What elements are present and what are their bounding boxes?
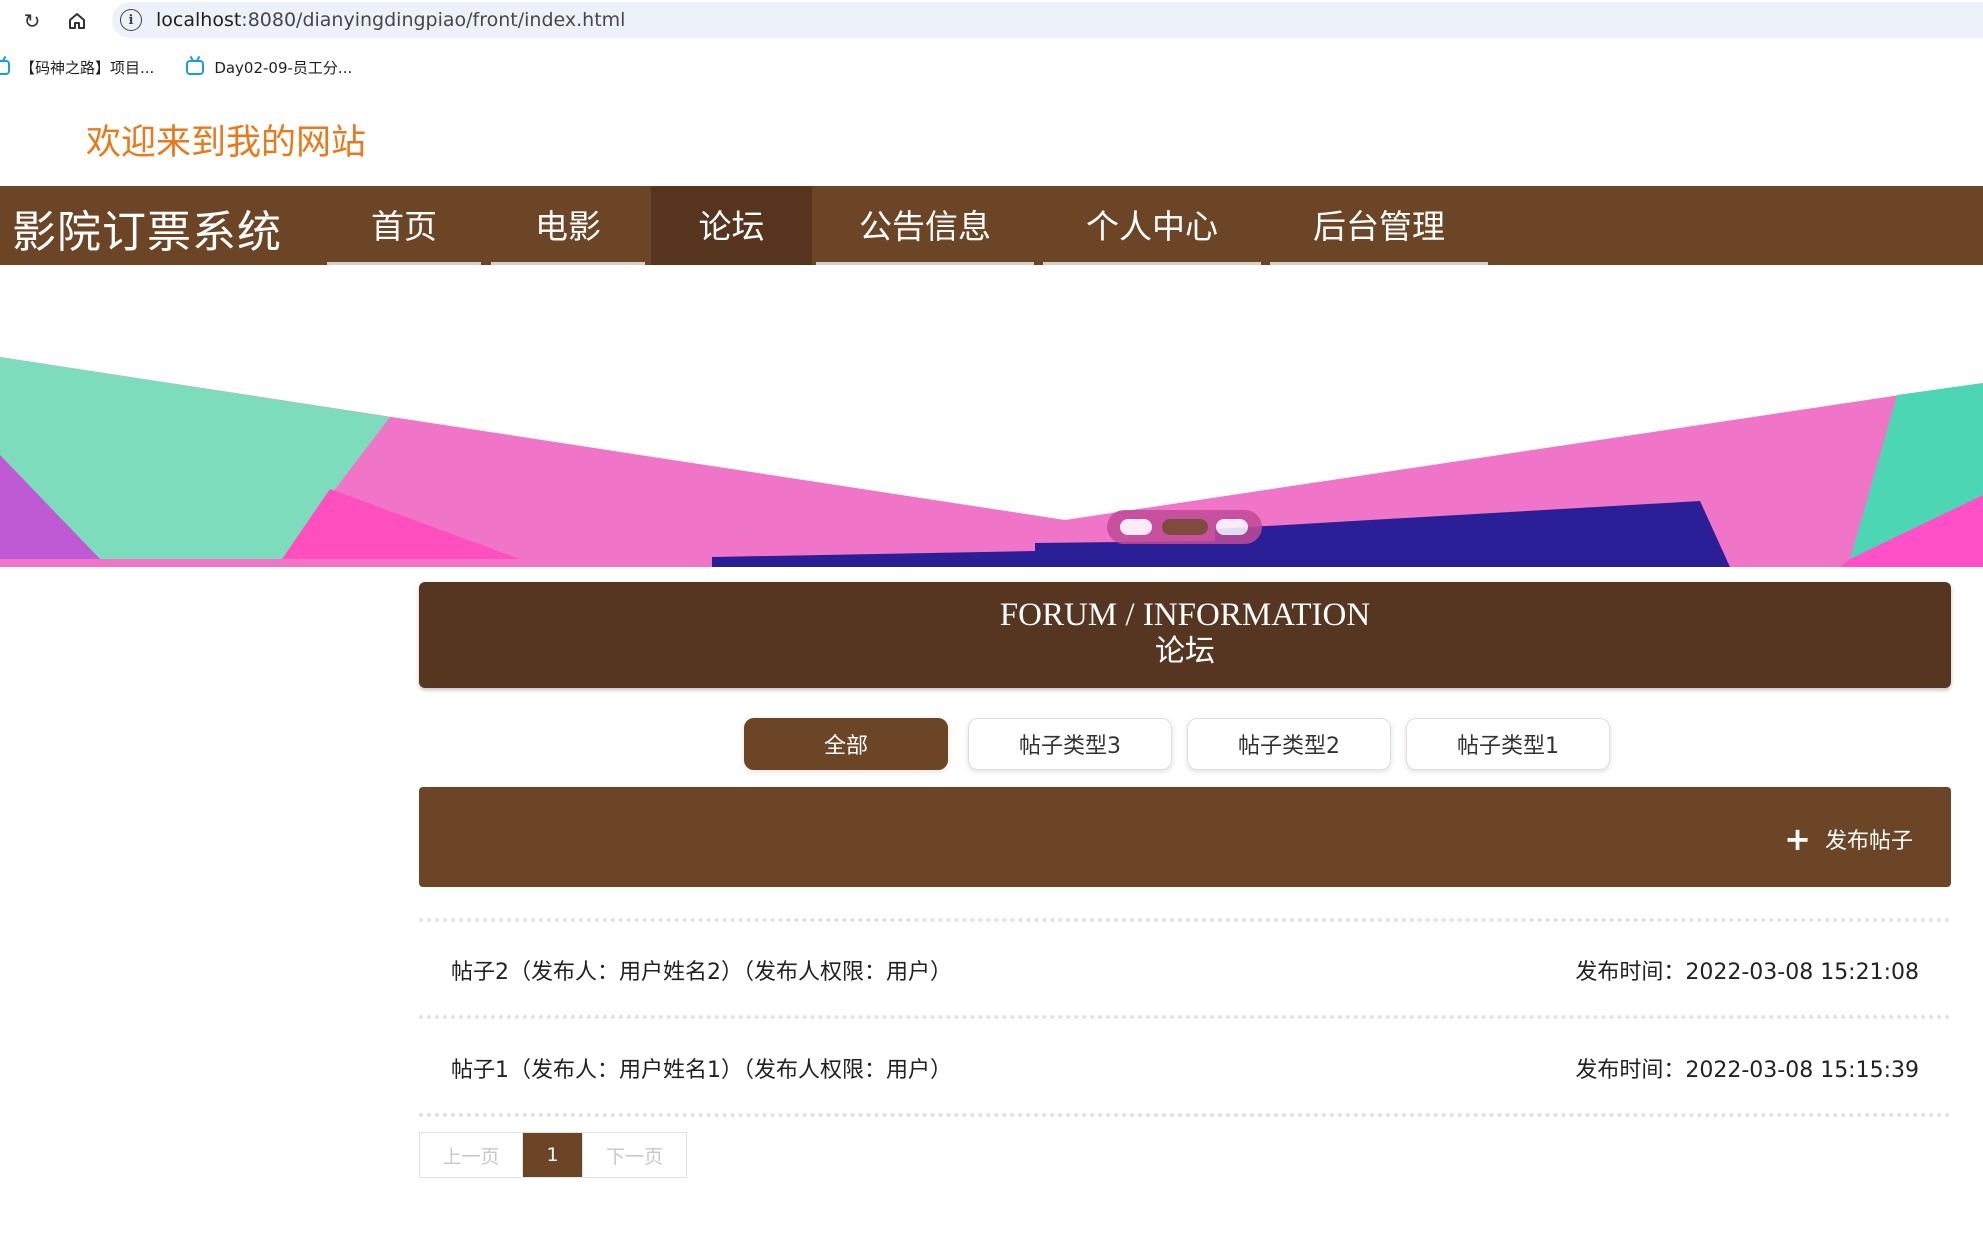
carousel-dot-active[interactable] [1162,519,1208,535]
post-list-item[interactable]: 帖子1（发布人：用户姓名1）（发布人权限：用户） 发布时间：2022-03-08… [419,1020,1951,1114]
nav-item-admin[interactable]: 后台管理 [1270,186,1488,265]
category-tab-type3[interactable]: 帖子类型3 [968,718,1172,770]
welcome-text: 欢迎来到我的网站 [86,123,367,163]
list-divider [419,1015,1951,1019]
page-number-current[interactable]: 1 [523,1133,582,1177]
bookmark-item[interactable]: 【码神之路】项目... [0,57,154,78]
bookmark-label: 【码神之路】项目... [20,58,155,77]
carousel-indicators [1107,510,1262,544]
nav-item-forum[interactable]: 论坛 [651,186,812,265]
category-tab-type2[interactable]: 帖子类型2 [1187,718,1391,770]
bilibili-icon [186,59,205,75]
browser-toolbar: ↻ i localhost:8080/dianyingdingpiao/fron… [0,0,1983,40]
category-tab-all[interactable]: 全部 [744,718,948,770]
post-time: 发布时间：2022-03-08 15:21:08 [1575,960,1919,985]
home-icon-svg [69,13,85,29]
list-divider [419,1113,1951,1117]
reload-icon[interactable]: ↻ [19,8,45,34]
plus-icon: + [1784,820,1811,858]
post-title[interactable]: 帖子1（发布人：用户姓名1）（发布人权限：用户） [451,1052,952,1084]
nav-item-movies[interactable]: 电影 [491,186,645,265]
section-title: FORUM / INFORMATION 论坛 [419,582,1951,688]
publish-post-label: 发布帖子 [1824,829,1913,854]
bookmark-label: Day02-09-员工分... [214,58,353,77]
url-text[interactable]: localhost:8080/dianyingdingpiao/front/in… [156,9,625,31]
bookmarks-bar: 【码神之路】项目... Day02-09-员工分... [0,52,384,82]
carousel-dot[interactable] [1216,519,1248,535]
nav-item-announcements[interactable]: 公告信息 [816,186,1034,265]
publish-post-button[interactable]: + 发布帖子 [1784,823,1913,855]
pagination: 上一页 1 下一页 [419,1132,687,1178]
nav-item-home[interactable]: 首页 [327,186,481,265]
brand-title: 影院订票系统 [12,207,282,258]
url-path: :8080/dianyingdingpiao/front/index.html [241,9,626,31]
category-tab-type1[interactable]: 帖子类型1 [1406,718,1610,770]
banner-graphic [0,265,1983,567]
home-icon[interactable] [64,8,90,34]
carousel-banner[interactable] [0,265,1983,567]
site-info-icon[interactable]: i [120,9,142,31]
address-bar[interactable]: i localhost:8080/dianyingdingpiao/front/… [112,2,1983,38]
post-list-item[interactable]: 帖子2（发布人：用户姓名2）（发布人权限：用户） 发布时间：2022-03-08… [419,922,1951,1016]
next-page-button[interactable]: 下一页 [582,1133,686,1177]
nav-item-personal-center[interactable]: 个人中心 [1043,186,1261,265]
prev-page-button[interactable]: 上一页 [420,1133,523,1177]
publish-toolbar: + 发布帖子 [419,787,1951,887]
bilibili-icon [0,59,10,75]
carousel-dot[interactable] [1120,519,1152,535]
main-navbar: 影院订票系统 首页 电影 论坛 公告信息 个人中心 后台管理 [0,186,1983,265]
url-host: localhost [156,9,242,31]
bookmark-item[interactable]: Day02-09-员工分... [186,57,352,78]
post-time: 发布时间：2022-03-08 15:15:39 [1575,1058,1919,1083]
post-title[interactable]: 帖子2（发布人：用户姓名2）（发布人权限：用户） [451,954,952,986]
section-title-cn: 论坛 [1155,634,1215,670]
section-title-en: FORUM / INFORMATION [999,597,1371,633]
